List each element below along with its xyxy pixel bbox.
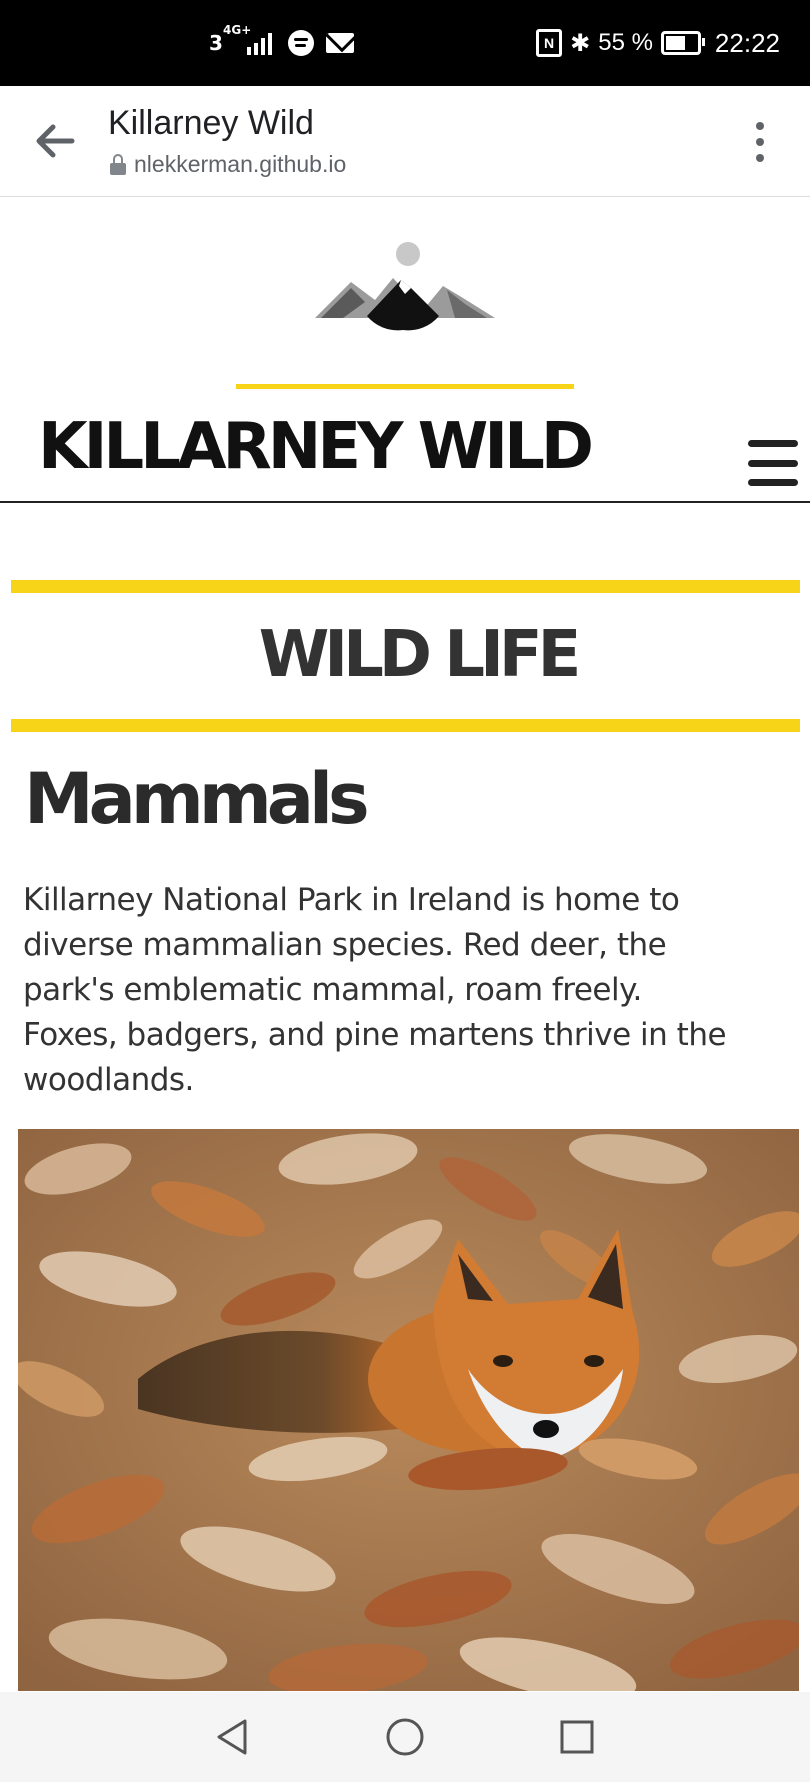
back-triangle-icon — [217, 1719, 247, 1755]
subsection-title: Mammals — [24, 758, 370, 840]
fox-illustration — [18, 1129, 799, 1691]
nfc-icon: N — [536, 29, 563, 57]
status-left: 3 4G+ — [209, 0, 354, 86]
battery-icon — [660, 31, 705, 55]
section-bottom-rule — [11, 719, 800, 732]
status-bar: 3 4G+ N ✱ 55 % 22:22 — [0, 0, 810, 86]
section-title: WILD LIFE — [258, 618, 582, 692]
browser-page-title: Killarney Wild — [108, 104, 314, 142]
section-top-rule — [11, 580, 800, 593]
url-display[interactable]: nlekkerman.github.io — [110, 151, 346, 178]
url-text: nlekkerman.github.io — [134, 151, 347, 177]
nav-recents-button[interactable] — [552, 1712, 602, 1762]
more-options-button[interactable] — [754, 122, 766, 162]
mountain-moon-logo-icon — [315, 242, 495, 331]
menu-bar-icon — [748, 459, 798, 467]
hamburger-menu-button[interactable] — [748, 440, 798, 486]
header-divider — [0, 501, 810, 503]
back-button[interactable] — [28, 114, 82, 168]
lock-icon — [110, 153, 126, 175]
spotify-icon — [287, 30, 314, 56]
fox-photo — [18, 1129, 799, 1691]
kebab-dot-icon — [756, 122, 764, 130]
recents-square-icon — [560, 1720, 594, 1754]
site-logo[interactable] — [315, 240, 495, 340]
status-right: N ✱ 55 % 22:22 — [536, 0, 780, 86]
home-circle-icon — [386, 1718, 424, 1756]
kebab-dot-icon — [756, 138, 764, 146]
logo-underline — [236, 384, 574, 389]
section-body-text: Killarney National Park in Ireland is ho… — [23, 882, 727, 1098]
mail-icon — [325, 33, 354, 53]
browser-toolbar: Killarney Wild nlekkerman.github.io — [0, 86, 810, 197]
system-nav-bar — [0, 1692, 810, 1782]
carrier-label: 3 4G+ — [209, 23, 252, 55]
menu-bar-icon — [748, 479, 798, 486]
kebab-dot-icon — [756, 154, 764, 162]
menu-bar-icon — [748, 440, 798, 447]
nav-home-button[interactable] — [380, 1712, 430, 1762]
site-brand-title[interactable]: KILLARNEY WILD — [38, 410, 594, 484]
nav-back-button[interactable] — [207, 1712, 257, 1762]
battery-percent: 55 % — [598, 29, 653, 56]
arrow-left-icon — [36, 124, 75, 158]
clock: 22:22 — [714, 27, 780, 58]
bluetooth-icon: ✱ — [570, 29, 591, 57]
